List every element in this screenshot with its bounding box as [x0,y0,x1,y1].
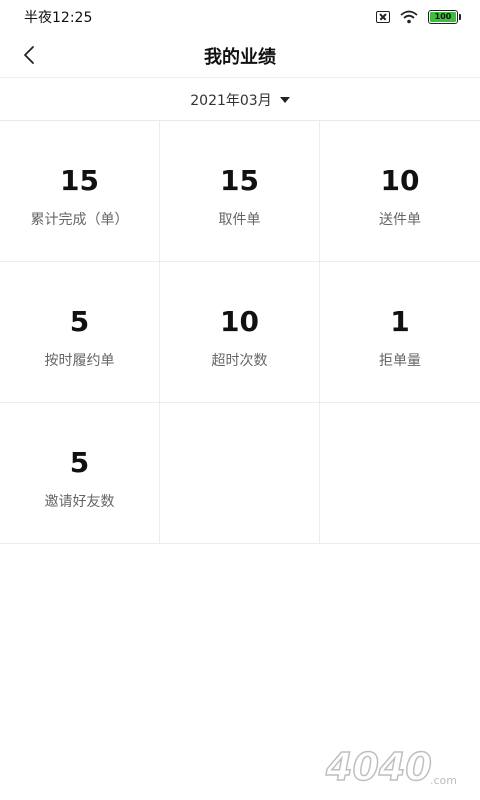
empty-cell [160,403,320,544]
stat-value: 15 [60,164,99,197]
watermark-suffix: .com [430,774,457,787]
stat-pickup-orders: 15 取件单 [160,121,320,262]
battery-icon: 100 [428,10,461,24]
stat-value: 10 [220,305,259,338]
stat-invited-friends: 5 邀请好友数 [0,403,160,544]
stat-label: 按时履约单 [44,353,115,369]
stat-value: 10 [380,164,420,197]
nav-bar: 我的业绩 [0,34,480,78]
page-title: 我的业绩 [204,46,276,68]
stat-value: 1 [390,305,410,338]
wifi-icon [400,10,418,24]
battery-level: 100 [430,12,456,22]
stat-timeout-count: 10 超时次数 [160,262,320,403]
back-button[interactable] [14,40,44,70]
stat-total-completed: 15 累计完成（单） [0,121,160,262]
watermark-logo: 4040 .com [324,744,457,790]
stat-rejected-orders: 1 拒单量 [320,262,480,403]
stats-grid: 15 累计完成（单） 15 取件单 10 送件单 5 按时履约单 10 超时次数… [0,121,480,544]
month-selector[interactable]: 2021年03月 [0,79,480,121]
stat-label: 拒单量 [379,353,421,369]
stat-label: 送件单 [379,212,421,228]
stat-value: 5 [69,305,90,338]
watermark-text: 4040 [325,745,432,789]
status-time: 半夜12:25 [24,10,93,26]
stat-label: 超时次数 [211,353,268,369]
empty-cell [320,403,480,544]
status-bar: 半夜12:25 100 [0,0,480,34]
stat-on-time-orders: 5 按时履约单 [0,262,160,403]
stat-label: 累计完成（单） [30,212,129,228]
caret-down-icon [279,96,290,103]
stat-label: 取件单 [218,212,261,228]
chevron-left-icon [24,46,34,64]
month-value: 2021年03月 [190,92,272,109]
sim-off-icon [376,11,390,23]
stat-label: 邀请好友数 [44,494,115,510]
stat-value: 5 [69,446,90,479]
stat-delivery-orders: 10 送件单 [320,121,480,262]
stat-value: 15 [220,164,259,197]
status-icons: 100 [376,10,461,24]
